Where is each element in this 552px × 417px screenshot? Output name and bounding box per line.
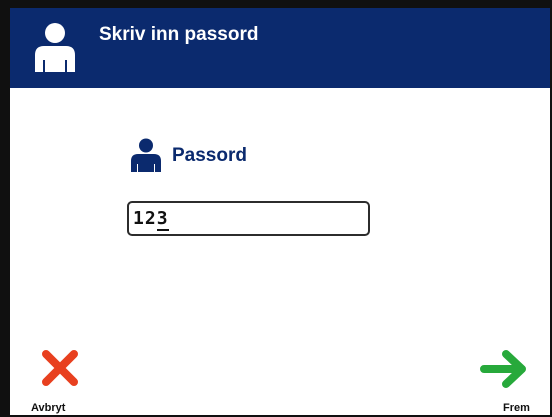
cancel-button-label[interactable]: Avbryt bbox=[31, 402, 65, 414]
title-bar: Skriv inn passord bbox=[10, 8, 550, 88]
user-icon bbox=[35, 23, 75, 72]
x-icon[interactable] bbox=[41, 349, 79, 387]
page-title: Skriv inn passord bbox=[99, 24, 259, 45]
next-button-label[interactable]: Frem bbox=[503, 402, 530, 414]
password-value: 12 bbox=[133, 208, 157, 229]
text-caret-char: 3 bbox=[156, 208, 169, 231]
user-icon bbox=[131, 138, 161, 172]
password-label: Passord bbox=[172, 145, 247, 166]
password-input[interactable]: 123 bbox=[127, 201, 370, 236]
arrow-right-icon[interactable] bbox=[480, 350, 528, 388]
